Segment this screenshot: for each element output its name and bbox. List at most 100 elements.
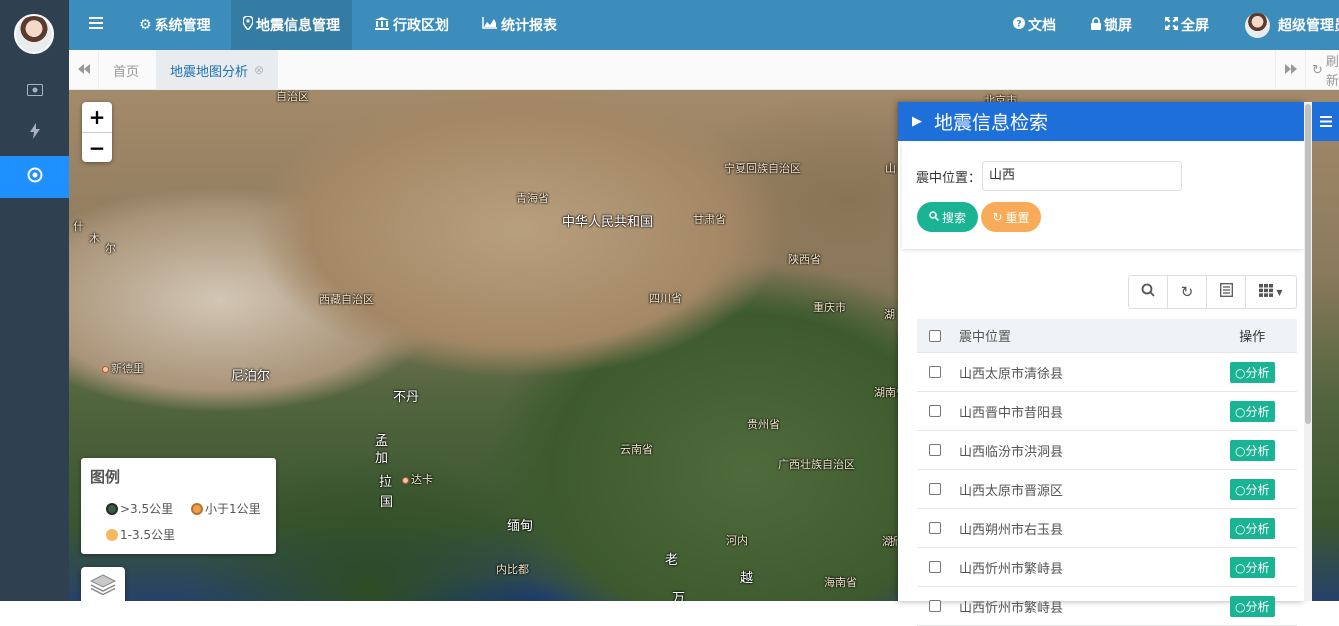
location-label: 震中位置：: [916, 171, 982, 186]
tab-home[interactable]: 首页: [99, 50, 153, 90]
location-cell: 山西忻州市繁峙县: [958, 561, 1063, 577]
toolbar-columns-button[interactable]: ▼: [1246, 276, 1296, 308]
gear-icon: ⚙: [139, 17, 152, 33]
zoom-control: + −: [82, 102, 112, 162]
bolt-icon: [29, 123, 40, 143]
menu-toggle-button[interactable]: [89, 0, 103, 50]
legend-swatch: [106, 502, 118, 515]
toolbar-toggle-view-button[interactable]: [1207, 276, 1246, 308]
nav-system-management[interactable]: ⚙ 系统管理: [139, 0, 211, 50]
map-label: 国: [380, 495, 394, 510]
panel-header[interactable]: ▶ 地震信息检索: [898, 102, 1304, 141]
list-alt-icon: [1219, 283, 1233, 301]
caret-right-icon[interactable]: ▶: [912, 114, 922, 129]
map-label: 尔: [105, 242, 116, 255]
row-checkbox[interactable]: [929, 522, 941, 534]
lock-icon: [1091, 16, 1101, 34]
nav-statistics[interactable]: 统计报表: [482, 0, 557, 50]
table-row: 山西临汾市洪洞县 ○分析: [917, 431, 1297, 470]
map-label: 越: [740, 571, 754, 586]
map-legend: 图例 >3.5公里 小于1公里 1-3.5公里: [81, 458, 276, 554]
map-label: 尼泊尔: [231, 369, 271, 384]
scrollbar-thumb[interactable]: [1305, 104, 1311, 424]
analyze-button[interactable]: ○分析: [1230, 439, 1275, 461]
nav-earthquake-info[interactable]: 地震信息管理: [231, 0, 352, 50]
tabs-scroll-left-button[interactable]: [69, 50, 99, 90]
select-all-checkbox[interactable]: [929, 329, 941, 342]
side-menu-button[interactable]: [1312, 102, 1339, 141]
legend-swatch: [191, 502, 203, 515]
map-label: 甘肃省: [693, 213, 726, 226]
map-label: 重庆市: [813, 301, 846, 314]
location-cell: 山西忻州市繁峙县: [958, 600, 1063, 616]
refresh-icon: ↻: [992, 210, 1003, 224]
nav-user-menu[interactable]: 超级管理员: [1245, 0, 1339, 50]
table-row: 山西忻州市繁峙县 ○分析: [917, 587, 1297, 626]
map-label: 达卡: [402, 471, 433, 487]
nav-docs[interactable]: ? 文档: [1013, 0, 1056, 50]
area-chart-icon: [482, 17, 497, 33]
analyze-button[interactable]: ○分析: [1230, 478, 1275, 500]
map-label: 陕西省: [788, 253, 821, 266]
map-label: 浙: [887, 535, 898, 548]
bullseye-icon: [27, 167, 43, 187]
reset-button[interactable]: ↻ 重置: [981, 202, 1041, 232]
row-checkbox[interactable]: [929, 561, 941, 573]
map-label: 海南省: [824, 576, 857, 589]
tab-earthquake-map[interactable]: 地震地图分析 ⊗: [156, 50, 279, 90]
analyze-button[interactable]: ○分析: [1230, 361, 1275, 383]
row-checkbox[interactable]: [929, 405, 941, 417]
location-input[interactable]: 山西: [982, 161, 1182, 191]
analyze-button[interactable]: ○分析: [1230, 517, 1275, 539]
results-table: 震中位置 操作 山西太原市清徐县 ○分析 山西晋中市昔阳县 ○分析 山西临汾市洪…: [917, 319, 1297, 626]
nav-lock-screen[interactable]: 锁屏: [1091, 0, 1132, 50]
sidebar-item-money[interactable]: [0, 69, 69, 111]
map-label: 自治区: [276, 90, 309, 103]
svg-text:?: ?: [1016, 20, 1021, 30]
panel-scrollbar[interactable]: [1304, 102, 1312, 601]
sidebar: [0, 0, 69, 601]
toolbar-search-button[interactable]: [1129, 276, 1168, 308]
map-label: 不丹: [393, 390, 420, 405]
analyze-button[interactable]: ○分析: [1230, 400, 1275, 422]
map-label: 新德里: [102, 360, 144, 376]
column-header-action: 操作: [1239, 330, 1266, 345]
zoom-in-button[interactable]: +: [82, 102, 112, 132]
search-button[interactable]: 搜索: [917, 202, 978, 232]
zoom-out-button[interactable]: −: [82, 132, 112, 162]
table-row: 山西太原市晋源区 ○分析: [917, 470, 1297, 509]
analyze-button[interactable]: ○分析: [1230, 595, 1275, 617]
map-label: 万: [672, 591, 686, 601]
refresh-icon: ↻: [1180, 283, 1194, 301]
row-checkbox[interactable]: [929, 600, 941, 612]
row-checkbox[interactable]: [929, 366, 941, 378]
map-label: 广西壮族自治区: [778, 458, 855, 471]
refresh-icon: ↻: [1312, 62, 1323, 78]
tab-refresh-button[interactable]: ↻ 刷新: [1305, 50, 1339, 90]
nav-fullscreen[interactable]: 全屏: [1165, 0, 1209, 50]
legend-item: 1-3.5公里: [106, 526, 175, 543]
th-icon: [1259, 283, 1274, 301]
user-avatar[interactable]: [14, 14, 54, 54]
question-circle-icon: ?: [1013, 17, 1025, 33]
arrows-alt-icon: [1165, 16, 1178, 34]
sidebar-item-bolt[interactable]: [0, 112, 69, 154]
map-label: 西藏自治区: [319, 293, 374, 306]
layers-button[interactable]: [81, 567, 125, 601]
toolbar-refresh-button[interactable]: ↻: [1168, 276, 1207, 308]
legend-swatch: [106, 528, 118, 541]
row-checkbox[interactable]: [929, 483, 941, 495]
bars-icon: [89, 17, 103, 33]
map-label: 湖: [884, 308, 895, 321]
row-checkbox[interactable]: [929, 444, 941, 456]
analyze-button[interactable]: ○分析: [1230, 556, 1275, 578]
nav-admin-division[interactable]: 行政区划: [375, 0, 449, 50]
money-icon: [26, 81, 43, 100]
tabs-scroll-right-button[interactable]: [1275, 50, 1305, 90]
map-label: 木: [89, 232, 100, 245]
table-header: 震中位置 操作: [917, 319, 1297, 353]
sidebar-item-bullseye[interactable]: [0, 156, 69, 198]
close-icon[interactable]: ⊗: [254, 63, 264, 77]
bank-icon: [375, 16, 389, 34]
table-row: 山西朔州市右玉县 ○分析: [917, 509, 1297, 548]
